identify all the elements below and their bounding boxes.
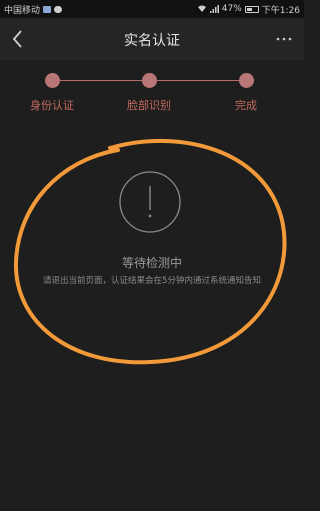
step-label-face: 脸部识别: [127, 99, 171, 112]
verification-status: 等待检测中 请退出当前页面，认证结果会在5分钟内通过系统通知告知: [0, 170, 304, 330]
status-left: 中国移动: [4, 3, 63, 16]
sim-icon: [43, 5, 52, 13]
clock: 下午1:26: [261, 5, 300, 16]
step-dot-identity: [45, 73, 60, 88]
signal-icon: [209, 5, 219, 13]
progress-steps: 身份认证 脸部识别 完成: [0, 66, 304, 116]
battery-percent: 47%: [221, 4, 242, 14]
chat-icon: [54, 5, 63, 13]
step-connector: [60, 80, 142, 81]
carrier-label: 中国移动: [4, 5, 41, 16]
battery-icon: [244, 5, 259, 13]
more-dots-icon[interactable]: [274, 31, 294, 47]
step-dot-face: [142, 73, 157, 88]
status-bar: 中国移动 47% 下午1:26: [0, 0, 304, 18]
step-connector: [157, 80, 239, 81]
step-label-identity: 身份认证: [30, 99, 74, 112]
battery-fill: [246, 7, 252, 11]
step-dot-complete: [239, 73, 254, 88]
wifi-icon: [197, 5, 206, 12]
step-label-complete: 完成: [235, 99, 257, 112]
navigation-bar: 实名认证: [0, 18, 304, 60]
exclamation-circle-icon: [119, 171, 181, 233]
status-title: 等待检测中: [121, 256, 182, 270]
page-title: 实名认证: [124, 33, 180, 49]
status-right: 47% 下午1:26: [197, 3, 300, 16]
status-description: 请退出当前页面，认证结果会在5分钟内通过系统通知告知: [43, 276, 261, 286]
